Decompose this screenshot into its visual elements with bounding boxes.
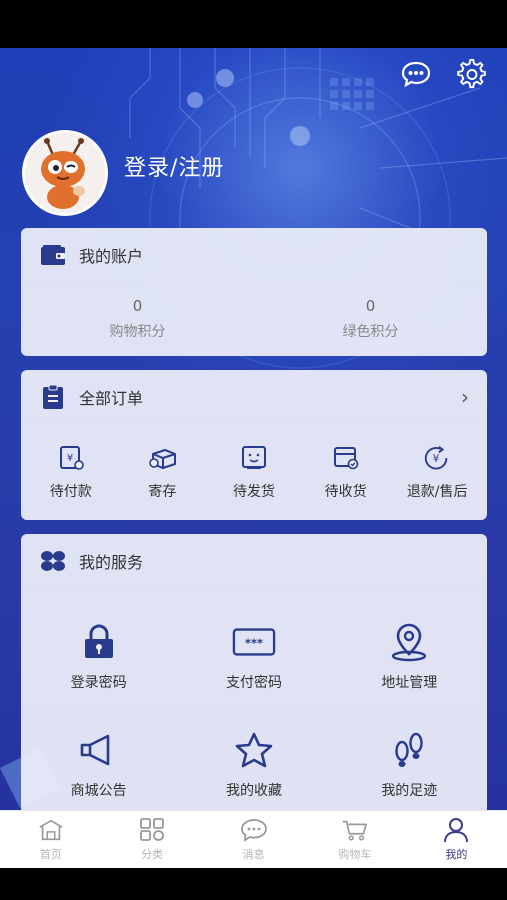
orders-card: 全部订单 › ¥ 待付款 寄存 待发货 待收货 ¥ 退款/售后 [21,370,487,520]
service-favorites[interactable]: 我的收藏 [176,714,331,814]
service-login-password-label: 登录密码 [70,675,127,691]
system-navigation-bar [0,868,507,900]
service-address-management[interactable]: 地址管理 [332,606,487,714]
order-deposit-label: 寄存 [148,484,177,500]
tab-messages-label: 消息 [242,848,265,861]
footprint-icon [387,730,431,770]
all-orders-title: 全部订单 [79,388,144,408]
location-icon [387,622,431,662]
order-pending-shipment-label: 待发货 [232,484,275,500]
svg-text:***: *** [245,636,263,650]
tab-profile-label: 我的 [445,848,468,861]
shopping-points-label: 购物积分 [109,324,166,340]
services-card-title: 我的服务 [79,552,144,572]
account-stats: 0 购物积分 0 绿色积分 [21,282,487,356]
megaphone-icon [77,730,121,770]
green-points[interactable]: 0 绿色积分 [254,282,487,356]
account-card: 我的账户 0 购物积分 0 绿色积分 [21,228,487,356]
service-announcements[interactable]: 商城公告 [21,714,176,814]
tab-cart-label: 购物车 [338,848,372,861]
cart-icon [341,817,369,843]
service-footprints-label: 我的足迹 [381,783,438,799]
service-payment-password-label: 支付密码 [225,675,282,691]
service-footprints[interactable]: 我的足迹 [332,714,487,814]
tab-category-label: 分类 [141,848,164,861]
services-card-header: 我的服务 [21,534,487,588]
clipboard-icon [39,383,67,411]
status-bar [0,0,507,48]
shopping-points[interactable]: 0 购物积分 [21,282,254,356]
shipping-pending-icon [239,443,269,473]
home-icon [37,817,65,843]
payment-pending-icon: ¥ [56,443,86,473]
tab-home-label: 首页 [39,848,62,861]
tab-messages[interactable]: 消息 [203,811,304,868]
green-points-label: 绿色积分 [342,324,399,340]
service-payment-password[interactable]: *** 支付密码 [176,606,331,714]
order-deposit[interactable]: 寄存 [117,424,209,520]
service-favorites-label: 我的收藏 [225,783,282,799]
wallet-icon [39,241,67,269]
all-orders-header[interactable]: 全部订单 › [21,370,487,424]
login-register-link[interactable]: 登录/注册 [124,150,224,182]
box-icon [147,443,177,473]
refund-icon: ¥ [422,443,452,473]
svg-text:¥: ¥ [433,453,440,465]
service-announcements-label: 商城公告 [70,783,127,799]
profile-icon [442,817,470,843]
order-pending-payment-label: 待付款 [49,484,92,500]
star-icon [232,730,276,770]
order-pending-shipment[interactable]: 待发货 [208,424,300,520]
order-refund[interactable]: ¥ 退款/售后 [391,424,483,520]
service-address-management-label: 地址管理 [381,675,438,691]
tab-cart[interactable]: 购物车 [304,811,405,868]
password-icon: *** [232,622,276,662]
receive-pending-icon [331,443,361,473]
service-login-password[interactable]: 登录密码 [21,606,176,714]
lock-icon [77,622,121,662]
tab-category[interactable]: 分类 [101,811,202,868]
header-actions [399,58,489,90]
green-points-value: 0 [365,297,376,315]
chat-icon[interactable] [399,58,433,90]
order-pending-payment[interactable]: ¥ 待付款 [25,424,117,520]
account-card-header: 我的账户 [21,228,487,282]
order-pending-receipt[interactable]: 待收货 [300,424,392,520]
message-icon [240,817,268,843]
category-icon [138,817,166,843]
settings-icon[interactable] [455,58,489,90]
tab-profile[interactable]: 我的 [406,811,507,868]
ant-mascot-icon [25,133,105,213]
tab-home[interactable]: 首页 [0,811,101,868]
svg-text:¥: ¥ [67,453,73,464]
shopping-points-value: 0 [132,297,143,315]
avatar[interactable] [22,130,108,216]
grid-icon [39,547,67,575]
bottom-tab-bar: 首页 分类 消息 购物车 我的 [0,810,507,868]
order-status-row: ¥ 待付款 寄存 待发货 待收货 ¥ 退款/售后 [21,424,487,520]
chevron-right-icon: › [461,384,469,409]
services-grid: 登录密码 *** 支付密码 地址管理 商城公告 我的收藏 我的足迹 [21,588,487,814]
order-refund-label: 退款/售后 [406,484,468,500]
account-card-title: 我的账户 [79,246,144,266]
services-card: 我的服务 登录密码 *** 支付密码 地址管理 商城公告 我的收藏 我的足迹 [21,534,487,814]
order-pending-receipt-label: 待收货 [324,484,367,500]
